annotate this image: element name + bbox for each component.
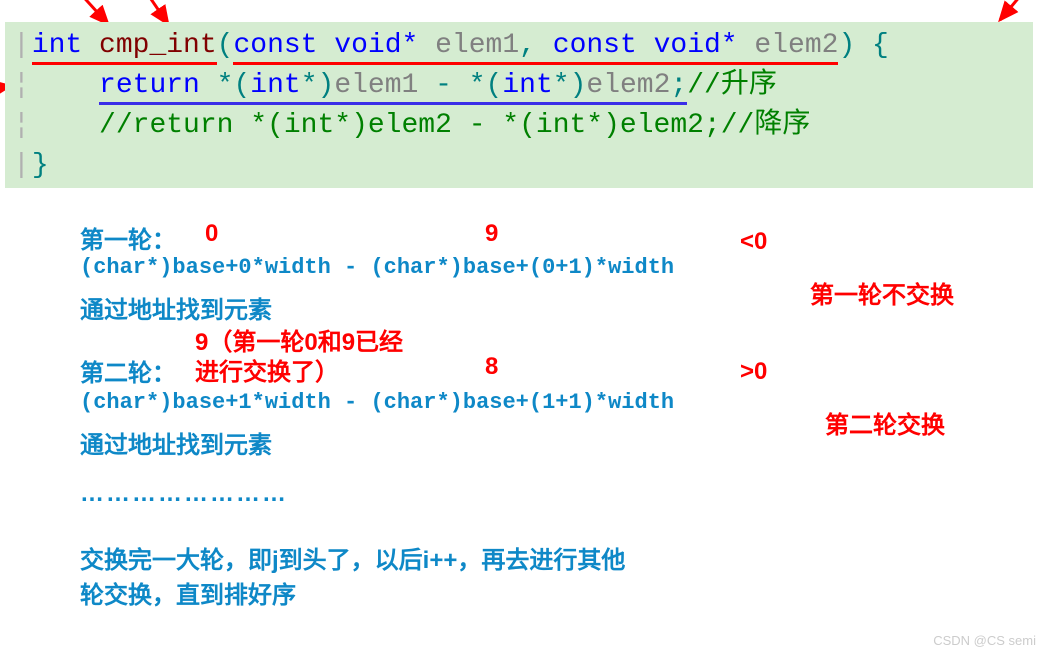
code-line-4: |} <box>5 146 1033 186</box>
watermark: CSDN @CS semi <box>933 633 1036 648</box>
round1-expr: (char*)base+0*width - (char*)base+(0+1)*… <box>80 255 674 280</box>
round2-val2: 8 <box>485 353 498 381</box>
round1-cmp: <0 <box>740 228 767 256</box>
round2-label: 第二轮： <box>80 353 176 388</box>
final-line2: 轮交换，直到排好序 <box>80 575 296 610</box>
code-line-3: ¦ //return *(int*)elem2 - *(int*)elem2;/… <box>5 106 1033 146</box>
round2-expr: (char*)base+1*width - (char*)base+(1+1)*… <box>80 390 674 415</box>
round2-result: 第二轮交换 <box>825 405 945 440</box>
code-block: |int cmp_int(const void* elem1, const vo… <box>5 22 1033 188</box>
dots: …………………… <box>80 480 288 508</box>
round1-label: 第一轮： <box>80 220 176 255</box>
round1-val1: 0 <box>205 220 218 248</box>
round2-cmp: >0 <box>740 358 767 386</box>
round2-note: 9（第一轮0和9已经进行交换了） <box>195 328 415 388</box>
code-line-2: ¦ return *(int*)elem1 - *(int*)elem2;//升… <box>5 66 1033 106</box>
final-line1: 交换完一大轮，即j到头了，以后i++，再去进行其他 <box>80 540 625 575</box>
round1-val2: 9 <box>485 220 498 248</box>
round2-desc: 通过地址找到元素 <box>80 425 272 460</box>
round1-desc: 通过地址找到元素 <box>80 290 272 325</box>
round1-result: 第一轮不交换 <box>810 275 954 310</box>
code-line-1: |int cmp_int(const void* elem1, const vo… <box>5 26 1033 66</box>
